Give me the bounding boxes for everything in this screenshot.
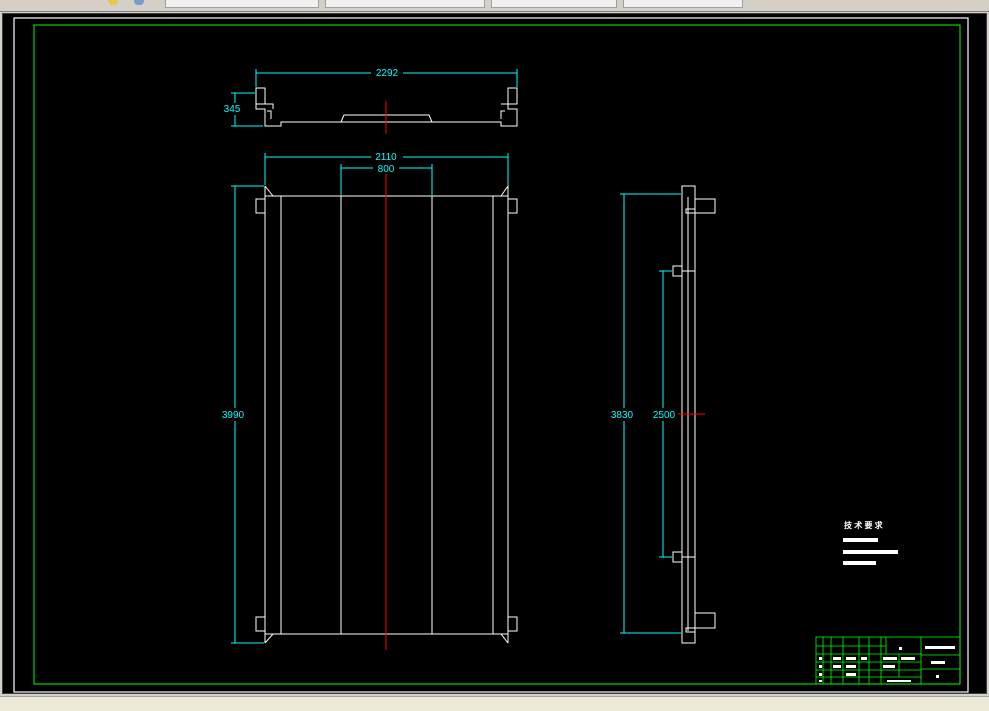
file-tab-2[interactable] bbox=[325, 0, 485, 8]
properties-icon[interactable] bbox=[134, 0, 144, 5]
layers-icon[interactable] bbox=[108, 0, 118, 5]
dim-front-height: 3990 bbox=[222, 410, 245, 421]
dim-top-height: 345 bbox=[224, 104, 241, 115]
dim-top-width: 2292 bbox=[376, 68, 399, 79]
dim-front-inner: 800 bbox=[378, 164, 395, 175]
front-view-dimensions bbox=[231, 153, 509, 644]
drawing-canvas[interactable]: 2292 345 2110 800 3990 3830 2500 技 术 要 求 bbox=[2, 13, 987, 694]
status-bar bbox=[0, 696, 989, 711]
tech-requirements-lines bbox=[843, 538, 898, 565]
file-tab-3[interactable] bbox=[491, 0, 617, 8]
cad-drawing: 2292 345 2110 800 3990 3830 2500 技 术 要 求 bbox=[13, 17, 969, 693]
dim-side-height: 3830 bbox=[611, 410, 634, 421]
tech-requirements-title: 技 术 要 求 bbox=[844, 520, 884, 530]
sheet-border bbox=[13, 17, 969, 693]
dim-front-width: 2110 bbox=[375, 152, 397, 163]
drawing-frame bbox=[33, 24, 961, 685]
file-tab-4[interactable] bbox=[623, 0, 743, 8]
file-tab-1[interactable] bbox=[165, 0, 319, 8]
tab-bar bbox=[0, 0, 989, 12]
dim-side-inner: 2500 bbox=[653, 410, 676, 421]
